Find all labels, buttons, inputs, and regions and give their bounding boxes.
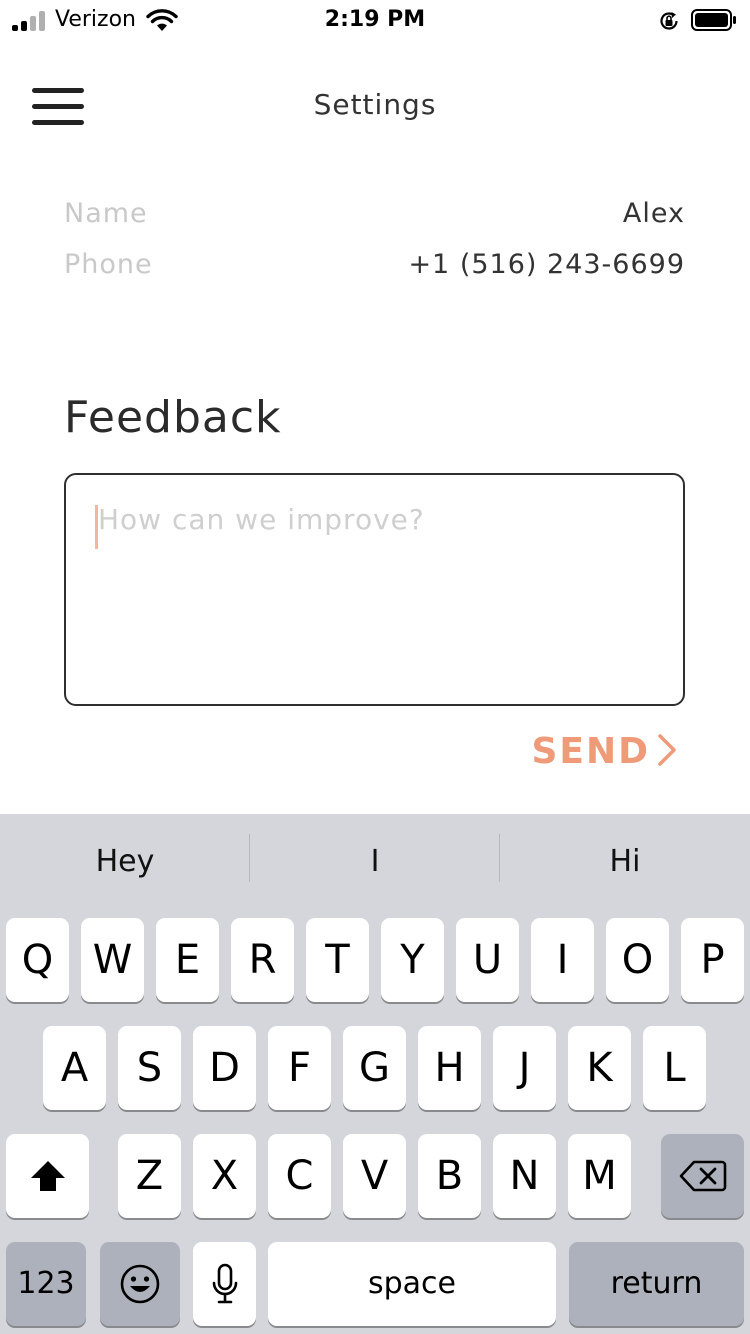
name-row: Name Alex: [64, 198, 685, 238]
key-t[interactable]: T: [306, 918, 369, 1002]
backspace-icon: [679, 1160, 726, 1192]
page-title: Settings: [313, 88, 437, 121]
key-n[interactable]: N: [493, 1134, 556, 1218]
key-o[interactable]: O: [606, 918, 669, 1002]
suggestion-bar: Hey I Hi: [0, 814, 750, 914]
key-q[interactable]: Q: [6, 918, 69, 1002]
key-g[interactable]: G: [343, 1026, 406, 1110]
send-button[interactable]: SEND: [531, 731, 678, 777]
battery-icon: [691, 9, 736, 31]
key-u[interactable]: U: [456, 918, 519, 1002]
backspace-key[interactable]: [661, 1134, 744, 1218]
suggestion-2[interactable]: I: [250, 844, 500, 879]
key-e[interactable]: E: [156, 918, 219, 1002]
microphone-icon: [212, 1263, 237, 1304]
phone-label: Phone: [64, 249, 153, 280]
phone-row: Phone +1 (516) 243-6699: [64, 249, 685, 289]
numbers-key[interactable]: 123: [6, 1242, 86, 1326]
status-time: 2:19 PM: [324, 7, 426, 32]
key-s[interactable]: S: [118, 1026, 181, 1110]
phone-value: +1 (516) 243-6699: [408, 249, 685, 280]
name-value: Alex: [622, 198, 685, 229]
key-b[interactable]: B: [418, 1134, 481, 1218]
chevron-right-icon: [658, 734, 676, 766]
orientation-lock-icon: [660, 12, 678, 30]
suggestion-3[interactable]: Hi: [500, 844, 750, 879]
feedback-input[interactable]: [98, 503, 658, 673]
key-z[interactable]: Z: [118, 1134, 181, 1218]
key-j[interactable]: J: [493, 1026, 556, 1110]
key-k[interactable]: K: [568, 1026, 631, 1110]
key-i[interactable]: I: [531, 918, 594, 1002]
key-l[interactable]: L: [643, 1026, 706, 1110]
key-x[interactable]: X: [193, 1134, 256, 1218]
key-w[interactable]: W: [81, 918, 144, 1002]
shift-key[interactable]: [6, 1134, 89, 1218]
emoji-key[interactable]: [100, 1242, 180, 1326]
shift-icon: [30, 1161, 65, 1191]
key-r[interactable]: R: [231, 918, 294, 1002]
dictation-key[interactable]: [193, 1242, 256, 1326]
key-v[interactable]: V: [343, 1134, 406, 1218]
feedback-box: [64, 473, 685, 706]
send-label: SEND: [531, 731, 650, 772]
key-f[interactable]: F: [268, 1026, 331, 1110]
emoji-icon: [120, 1264, 160, 1304]
key-d[interactable]: D: [193, 1026, 256, 1110]
key-m[interactable]: M: [568, 1134, 631, 1218]
key-y[interactable]: Y: [381, 918, 444, 1002]
return-key[interactable]: return: [569, 1242, 744, 1326]
key-h[interactable]: H: [418, 1026, 481, 1110]
suggestion-1[interactable]: Hey: [0, 844, 250, 879]
feedback-heading: Feedback: [64, 392, 282, 443]
name-label: Name: [64, 198, 148, 229]
key-p[interactable]: P: [681, 918, 744, 1002]
text-cursor: [95, 505, 98, 549]
status-bar: Verizon 2:19 PM: [0, 0, 750, 40]
key-c[interactable]: C: [268, 1134, 331, 1218]
space-key[interactable]: space: [268, 1242, 556, 1326]
keyboard: Hey I Hi Q W E R T Y U I O P A S D F G H…: [0, 814, 750, 1334]
key-a[interactable]: A: [43, 1026, 106, 1110]
